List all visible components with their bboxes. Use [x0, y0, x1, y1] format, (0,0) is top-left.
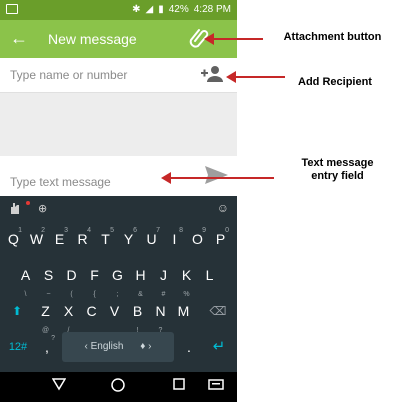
back-arrow-icon[interactable]: ← [10, 28, 28, 48]
symbols-key[interactable]: 12# [2, 332, 34, 362]
navigation-bar [0, 372, 237, 402]
key-e[interactable]: E3 [48, 224, 71, 254]
key-o[interactable]: O9 [186, 224, 209, 254]
bluetooth-icon: ✱ [132, 3, 141, 15]
add-recipient-button[interactable] [201, 65, 223, 88]
nav-home-button[interactable] [110, 377, 126, 398]
globe-icon[interactable]: ⊕ [38, 202, 47, 215]
key-n[interactable]: N? [149, 296, 172, 334]
keyboard-icon [208, 379, 224, 390]
key-c[interactable]: C [80, 296, 103, 326]
battery-icon: ▮ [158, 3, 164, 15]
key-row-4: 12# ,? ‹ English ♦ › . ↵ [0, 332, 237, 366]
backspace-key[interactable]: ⌫ [202, 296, 234, 326]
page-title: New message [48, 31, 137, 47]
key-l[interactable]: L [198, 260, 221, 290]
text-entry-label: Text message entry field [301, 157, 374, 182]
key-row-1: Q1 W2 E3 R4 T5 Y6 U7 I8 O9 P0 [0, 224, 237, 258]
clock: 4:28 PM [193, 4, 231, 15]
triangle-back-icon [51, 378, 67, 391]
key-j[interactable]: J # [152, 260, 175, 298]
status-bar: ✱ ◢ ▮ 42% 4:28 PM [0, 0, 237, 20]
nav-back-button[interactable] [51, 377, 67, 396]
add-recipient-arrow [235, 76, 285, 78]
enter-key[interactable]: ↵ [204, 332, 234, 362]
recipient-input[interactable]: Type name or number [10, 68, 127, 82]
key-w[interactable]: W2 [25, 224, 48, 254]
message-input[interactable]: Type text message [10, 175, 111, 189]
emoji-icon[interactable]: ☺ [217, 201, 229, 215]
shift-key[interactable]: ⬆ [2, 296, 32, 326]
key-h[interactable]: H & [129, 260, 152, 298]
notification-dot [26, 201, 30, 205]
key-row-3: ⬆ Z @ X / C V B! N? M ⌫ [0, 296, 237, 334]
key-q[interactable]: Q1 [2, 224, 25, 254]
text-entry-arrowhead [161, 172, 171, 184]
enter-icon: ↵ [212, 338, 226, 355]
key-d[interactable]: D( [60, 260, 83, 298]
text-entry-arrow [170, 177, 274, 179]
add-recipient-label: Add Recipient [298, 76, 372, 88]
keyboard: ⊕ ☺ Q1 W2 E3 R4 T5 Y6 U7 I8 O9 P0 A \ S ~ … [0, 196, 237, 372]
comma-key[interactable]: ,? [36, 332, 58, 362]
key-m[interactable]: M [172, 296, 195, 326]
send-icon [205, 166, 228, 184]
phone-screen: ✱ ◢ ▮ 42% 4:28 PM ← New message Type nam… [0, 0, 237, 402]
key-a[interactable]: A \ [14, 260, 37, 298]
hand-icon[interactable] [8, 201, 22, 215]
conversation-area [0, 93, 237, 156]
key-x[interactable]: X / [57, 296, 80, 334]
key-z[interactable]: Z @ [34, 296, 57, 334]
key-p[interactable]: P0 [209, 224, 232, 254]
key-u[interactable]: U7 [140, 224, 163, 254]
add-recipient-arrowhead [226, 71, 236, 83]
period-key[interactable]: . [178, 332, 200, 362]
keyboard-switch-button[interactable] [208, 377, 224, 396]
key-k[interactable]: K% [175, 260, 198, 298]
signal-icon: ◢ [145, 3, 154, 15]
square-recents-icon [173, 378, 185, 390]
attachment-arrow [213, 38, 263, 40]
space-bar-label: English [90, 341, 124, 352]
battery-percent: 42% [168, 4, 189, 15]
space-bar[interactable]: ‹ English ♦ › [62, 332, 174, 362]
key-i[interactable]: I8 [163, 224, 186, 254]
sim-icon [6, 4, 18, 14]
key-s[interactable]: S ~ [37, 260, 60, 298]
nav-recents-button[interactable] [172, 377, 186, 396]
key-t[interactable]: T5 [94, 224, 117, 254]
compose-bar: Type text message [0, 156, 237, 196]
key-f[interactable]: F{ [83, 260, 106, 298]
backspace-icon: ⌫ [209, 304, 227, 318]
key-b[interactable]: B! [126, 296, 149, 334]
cursor-right-icon: › [145, 341, 152, 352]
recipient-field[interactable]: Type name or number [0, 58, 237, 93]
app-bar: ← New message [0, 20, 237, 58]
key-r[interactable]: R4 [71, 224, 94, 254]
key-v[interactable]: V [103, 296, 126, 326]
key-g[interactable]: G; [106, 260, 129, 298]
circle-home-icon [111, 378, 125, 392]
key-y[interactable]: Y6 [117, 224, 140, 254]
key-row-2: A \ S ~ D( F{ G; H & J # K% L [0, 260, 237, 298]
add-person-icon [201, 66, 223, 82]
attachment-arrowhead [204, 33, 214, 45]
shift-icon: ⬆ [11, 304, 23, 318]
attachment-label: Attachment button [283, 31, 382, 43]
